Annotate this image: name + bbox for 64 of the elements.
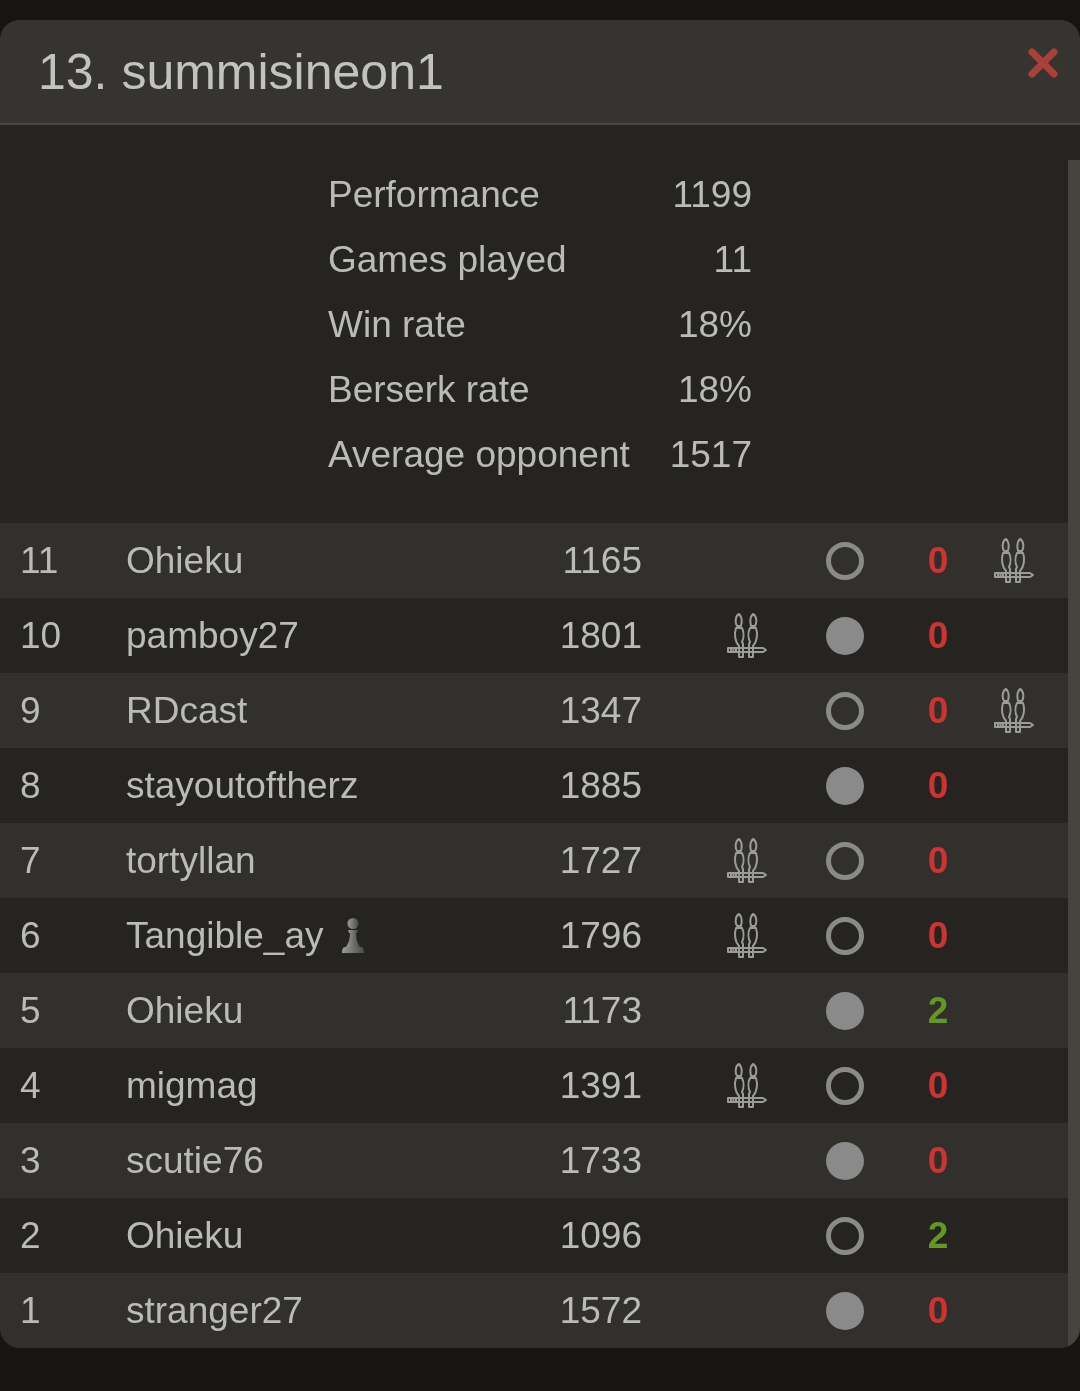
opponent-rating: 1347 (559, 689, 642, 732)
opponent-rating: 1727 (559, 839, 642, 882)
opponent-rating: 1801 (559, 614, 642, 657)
stat-label: Berserk rate (328, 368, 530, 411)
opponent-rating: 1391 (559, 1064, 642, 1107)
game-row[interactable]: 5 Ohieku 1173 2 (0, 973, 1068, 1048)
round-number: 11 (20, 539, 59, 582)
opponent-rating: 1173 (562, 989, 642, 1032)
game-row[interactable]: 9 RDcast 1347 0 (0, 673, 1068, 748)
close-button[interactable] (1026, 45, 1060, 80)
stat-value: 1199 (672, 173, 752, 216)
opponent-name: Ohieku (126, 1214, 244, 1257)
score: 0 (927, 1139, 949, 1182)
round-number: 10 (20, 614, 62, 657)
game-row[interactable]: 11 Ohieku 1165 0 (0, 523, 1068, 598)
score: 2 (927, 989, 949, 1032)
game-row[interactable]: 3 scutie76 1733 0 (0, 1123, 1068, 1198)
opponent-rating: 1096 (559, 1214, 642, 1257)
opponent-name: Ohieku (126, 539, 244, 582)
opponent-name: migmag (126, 1064, 258, 1107)
stat-value: 18% (677, 303, 752, 346)
round-number: 5 (20, 989, 41, 1032)
stat-value: 18% (677, 368, 752, 411)
score: 0 (927, 914, 949, 957)
score: 0 (927, 689, 949, 732)
dialog-title: 13. summisineon1 (38, 46, 444, 97)
stat-label: Average opponent (328, 433, 630, 476)
opponent-name: RDcast (126, 689, 248, 732)
game-row[interactable]: 1 stranger27 1572 0 (0, 1273, 1068, 1348)
opponent-name: Tangible_ay (126, 914, 324, 957)
close-icon (1028, 47, 1058, 78)
stat-value: 11 (713, 238, 752, 281)
opponent-name: scutie76 (126, 1139, 264, 1182)
scrollbar[interactable] (1068, 160, 1080, 1348)
round-number: 3 (20, 1139, 41, 1182)
stat-label: Performance (328, 173, 540, 216)
opponent-rating: 1796 (559, 914, 642, 957)
score: 0 (927, 1064, 949, 1107)
opponent-rating: 1165 (562, 539, 642, 582)
game-row[interactable]: 7 tortyllan 1727 0 (0, 823, 1068, 898)
round-number: 9 (20, 689, 41, 732)
stat-label: Win rate (328, 303, 466, 346)
opponent-name: tortyllan (126, 839, 256, 882)
stat-value: 1517 (669, 433, 752, 476)
score: 0 (927, 539, 949, 582)
opponent-name: stayoutoftherz (126, 764, 359, 807)
opponent-rating: 1885 (559, 764, 642, 807)
round-number: 8 (20, 764, 41, 807)
score: 0 (927, 839, 949, 882)
score: 0 (927, 1289, 949, 1332)
score: 2 (927, 1214, 949, 1257)
round-number: 4 (20, 1064, 41, 1107)
score: 0 (927, 614, 949, 657)
round-number: 2 (20, 1214, 41, 1257)
stat-label: Games played (328, 238, 567, 281)
opponent-name: stranger27 (126, 1289, 303, 1332)
round-number: 7 (20, 839, 41, 882)
opponent-rating: 1733 (559, 1139, 642, 1182)
opponent-name: Ohieku (126, 989, 244, 1032)
round-number: 1 (20, 1289, 41, 1332)
round-number: 6 (20, 914, 41, 957)
score: 0 (927, 764, 949, 807)
opponent-rating: 1572 (559, 1289, 642, 1332)
opponent-name: pamboy27 (126, 614, 299, 657)
